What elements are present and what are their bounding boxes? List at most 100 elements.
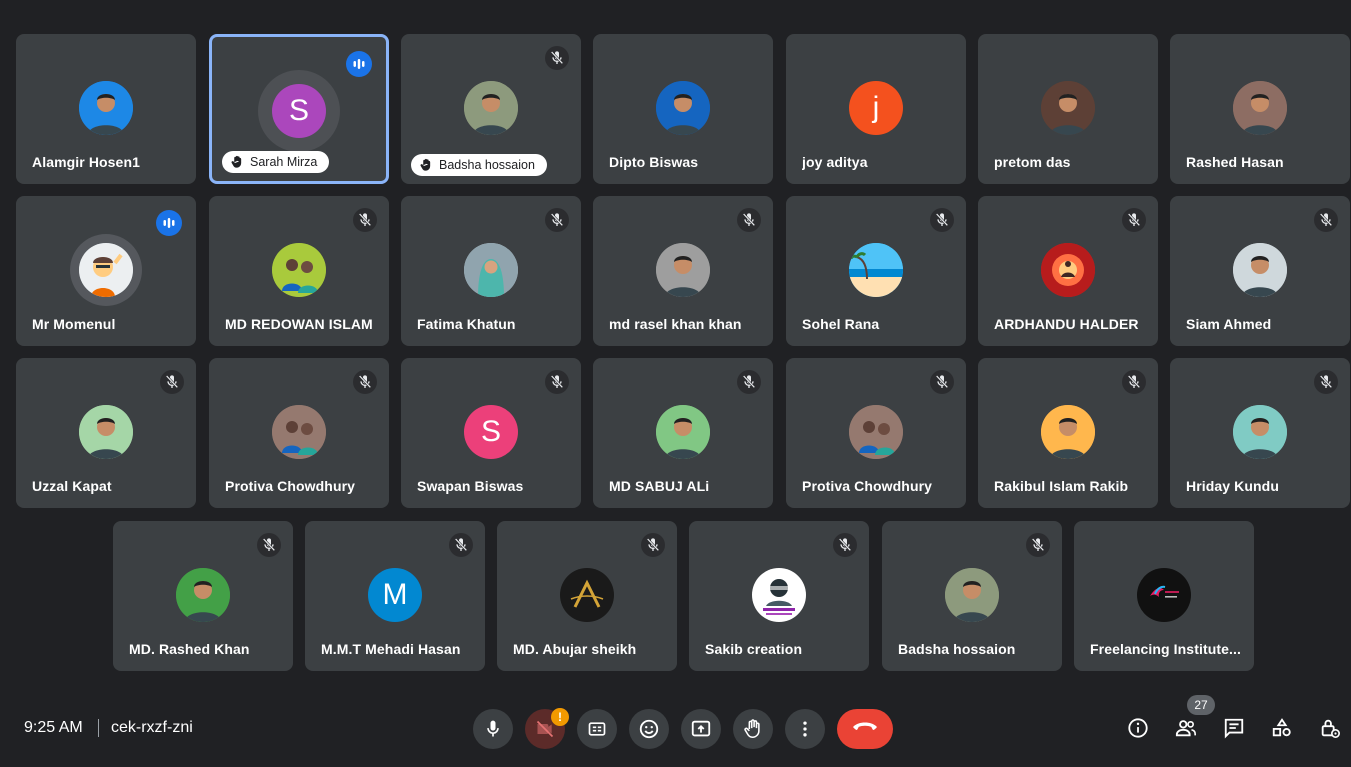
avatar — [464, 81, 518, 135]
avatar — [752, 568, 806, 622]
avatar — [1041, 243, 1095, 297]
meeting-code[interactable]: cek-rxzf-zni — [111, 719, 193, 737]
avatar — [1233, 81, 1287, 135]
present-button[interactable] — [681, 709, 721, 749]
leave-call-button[interactable] — [837, 709, 893, 749]
creation-logo-icon — [763, 579, 795, 615]
man-photo-icon — [464, 81, 518, 135]
participant-tile[interactable]: Rashed Hasan — [1170, 34, 1350, 184]
participant-tile[interactable]: Fatima Khatun — [401, 196, 581, 346]
group-photo-icon — [272, 243, 326, 297]
microphone-button[interactable] — [473, 709, 513, 749]
participant-name: Badsha hossaion — [439, 158, 535, 172]
participant-name: Rashed Hasan — [1186, 154, 1284, 170]
people-icon — [1175, 720, 1196, 737]
avatar — [656, 243, 710, 297]
participant-tile[interactable]: MD. Rashed Khan — [113, 521, 293, 671]
participant-tile[interactable]: pretom das — [978, 34, 1158, 184]
participant-name: Hriday Kundu — [1186, 478, 1279, 494]
participant-tile[interactable]: Alamgir Hosen1 — [16, 34, 196, 184]
participant-name: Protiva Chowdhury — [802, 478, 933, 494]
activities-button[interactable] — [1270, 716, 1294, 740]
child-photo-icon — [849, 405, 903, 459]
avatar — [79, 81, 133, 135]
avatar: S — [464, 405, 518, 459]
participant-name: MD. Rashed Khan — [129, 641, 250, 657]
mic-off-icon — [646, 538, 660, 552]
man-photo-icon — [1041, 405, 1095, 459]
host-controls-button[interactable] — [1318, 716, 1342, 740]
avatar — [945, 568, 999, 622]
participant-tile[interactable]: S Sarah Mirza — [209, 34, 389, 184]
avatar-letter: S — [288, 94, 309, 127]
participant-name: Sarah Mirza — [250, 155, 318, 169]
mic-off-icon — [550, 51, 564, 65]
raise-hand-icon — [744, 719, 760, 739]
participant-count-badge: 27 — [1187, 695, 1215, 715]
participant-tile[interactable]: Badsha hossaion — [401, 34, 581, 184]
reactions-button[interactable] — [629, 709, 669, 749]
people-button[interactable] — [1174, 716, 1198, 740]
woman-photo-icon — [464, 243, 518, 297]
participant-tile[interactable]: Uzzal Kapat — [16, 358, 196, 508]
more-options-button[interactable] — [785, 709, 825, 749]
participant-tile[interactable]: j joy aditya — [786, 34, 966, 184]
captions-button[interactable] — [577, 709, 617, 749]
participant-tile[interactable]: Siam Ahmed — [1170, 196, 1350, 346]
participant-tile[interactable]: MD. Abujar sheikh — [497, 521, 677, 671]
participant-name: Mr Momenul — [32, 316, 116, 332]
participant-name: md rasel khan khan — [609, 316, 742, 332]
info-icon — [1128, 718, 1148, 738]
end-call-icon — [853, 722, 877, 730]
man-photo-icon — [176, 568, 230, 622]
camera-alert-badge: ! — [551, 708, 569, 726]
participant-tile[interactable]: Freelancing Institute... — [1074, 521, 1254, 671]
bird-logo-icon — [1150, 585, 1179, 598]
mic-off-icon — [1031, 538, 1045, 552]
child-photo-icon — [272, 405, 326, 459]
participant-tile[interactable]: MD SABUJ ALi — [593, 358, 773, 508]
mic-off-icon — [165, 375, 179, 389]
participant-name: pretom das — [994, 154, 1071, 170]
participant-tile[interactable]: md rasel khan khan — [593, 196, 773, 346]
divider — [98, 719, 99, 737]
participant-tile[interactable]: Protiva Chowdhury — [786, 358, 966, 508]
participant-tile[interactable]: M M.M.T Mehadi Hasan — [305, 521, 485, 671]
raised-hand-label: Badsha hossaion — [411, 154, 547, 176]
chat-icon — [1224, 718, 1244, 739]
mic-off-icon — [742, 375, 756, 389]
participant-tile[interactable]: Sakib creation — [689, 521, 869, 671]
avatar — [272, 243, 326, 297]
participant-name: Sakib creation — [705, 641, 803, 657]
participant-tile[interactable]: Sohel Rana — [786, 196, 966, 346]
meeting-time: 9:25 AM — [24, 719, 83, 736]
muted-indicator — [545, 208, 569, 232]
participant-tile[interactable]: Protiva Chowdhury — [209, 358, 389, 508]
avatar — [79, 243, 133, 297]
avatar — [79, 405, 133, 459]
participant-tile[interactable]: Rakibul Islam Rakib — [978, 358, 1158, 508]
muted-indicator — [930, 208, 954, 232]
participant-name: M.M.T Mehadi Hasan — [321, 641, 461, 657]
chat-button[interactable] — [1222, 716, 1246, 740]
avatar — [1041, 405, 1095, 459]
muted-indicator — [1314, 370, 1338, 394]
avatar — [176, 568, 230, 622]
meeting-details-button[interactable] — [1126, 716, 1150, 740]
participant-tile[interactable]: MD REDOWAN ISLAM — [209, 196, 389, 346]
man-photo-icon — [656, 243, 710, 297]
participant-tile[interactable]: Hriday Kundu — [1170, 358, 1350, 508]
man-photo-icon — [79, 81, 133, 135]
raised-hand-icon — [231, 155, 242, 168]
avatar — [1233, 405, 1287, 459]
muted-indicator — [353, 208, 377, 232]
man-photo-icon — [1233, 405, 1287, 459]
participant-tile[interactable]: Dipto Biswas — [593, 34, 773, 184]
avatar — [272, 405, 326, 459]
participant-tile[interactable]: Mr Momenul — [16, 196, 196, 346]
participant-tile[interactable]: Badsha hossaion — [882, 521, 1062, 671]
participant-tile[interactable]: ARDHANDU HALDER — [978, 196, 1158, 346]
raise-hand-button[interactable] — [733, 709, 773, 749]
participant-tile[interactable]: S Swapan Biswas — [401, 358, 581, 508]
muted-indicator — [1026, 533, 1050, 557]
